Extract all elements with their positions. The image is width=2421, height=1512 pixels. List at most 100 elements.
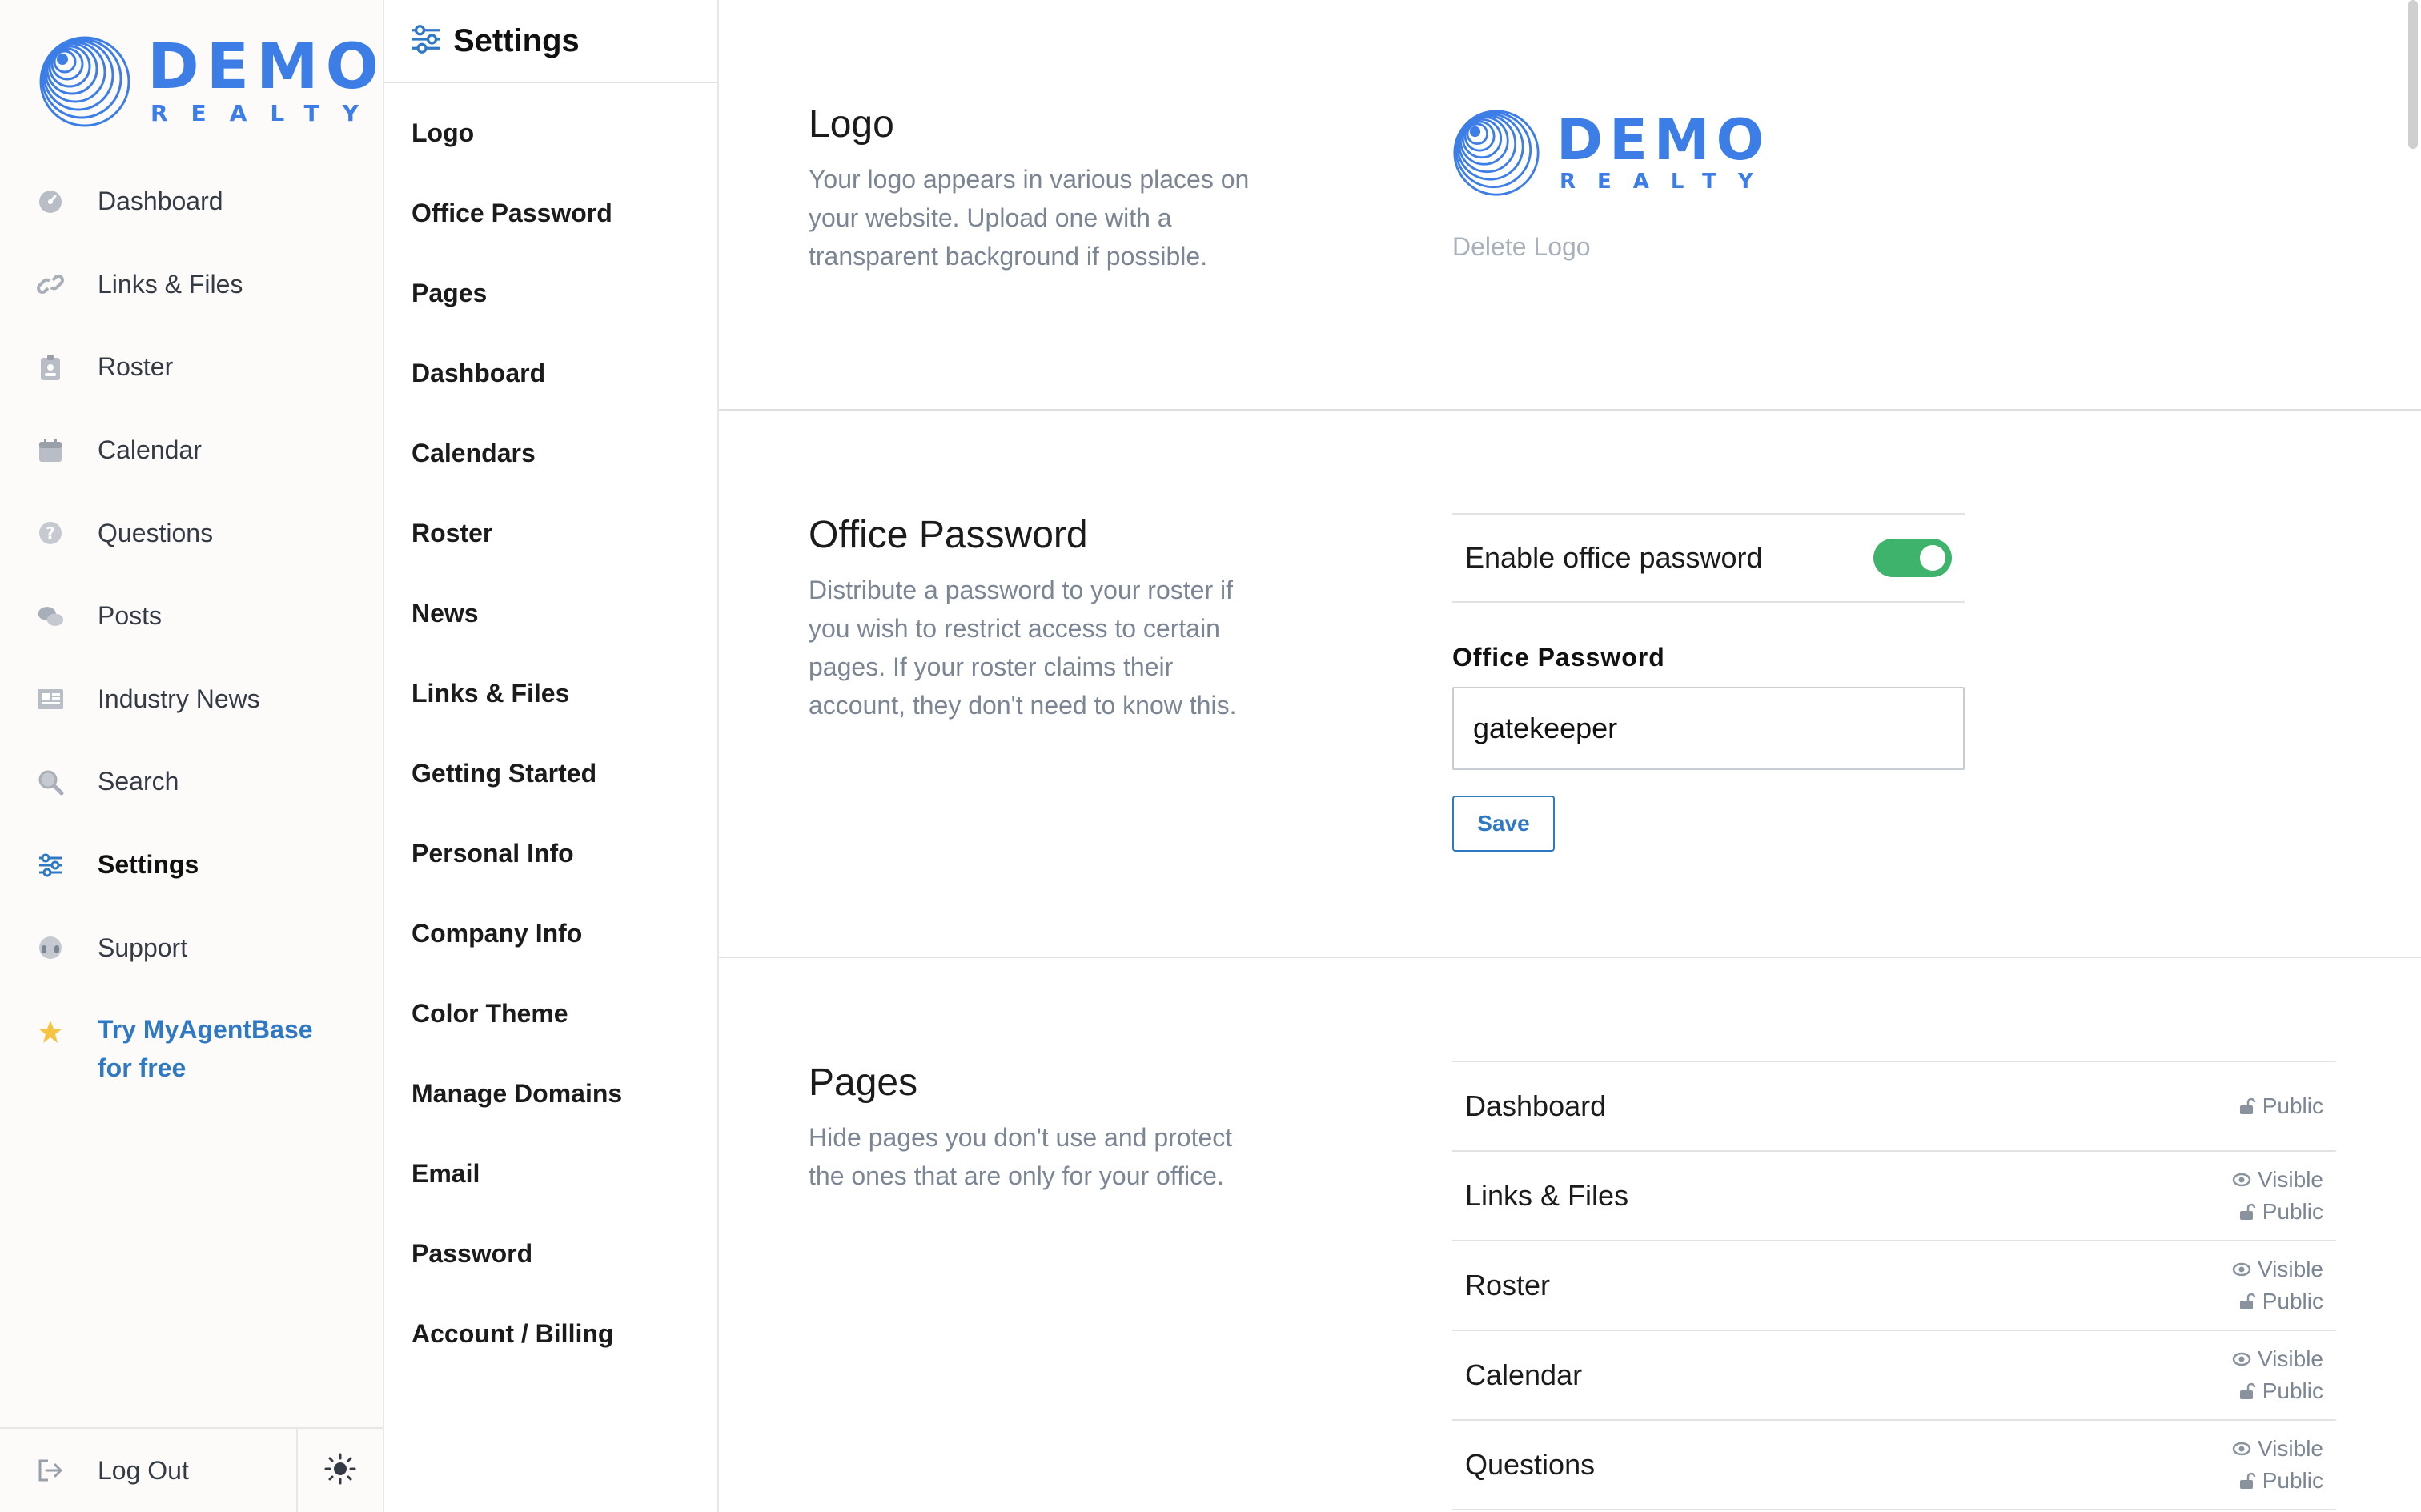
pages-section: Pages Hide pages you don't use and prote… xyxy=(719,958,2421,1512)
star-icon xyxy=(37,1018,64,1045)
page-name: Dashboard xyxy=(1465,1089,1607,1122)
submenu-item-roster[interactable]: Roster xyxy=(384,493,717,573)
office-password-toggle[interactable] xyxy=(1873,539,1952,577)
access-status: Public xyxy=(2238,1465,2323,1497)
spiral-logo-icon xyxy=(39,36,130,127)
submenu-item-account-billing[interactable]: Account / Billing xyxy=(384,1293,717,1374)
toggle-knob xyxy=(1920,545,1945,571)
newspaper-icon xyxy=(37,685,64,712)
nav-item-posts[interactable]: Posts xyxy=(0,575,383,658)
page-status: Public xyxy=(2238,1090,2323,1122)
logo-preview: DEMO REALTY xyxy=(1452,109,1775,197)
nav-label: Search xyxy=(98,767,179,796)
unlock-icon xyxy=(2239,1472,2255,1489)
access-label: Public xyxy=(2262,1378,2323,1403)
svg-text:?: ? xyxy=(46,523,55,543)
brand-name: DEMO xyxy=(1556,107,1771,173)
delete-logo-link[interactable]: Delete Logo xyxy=(1452,232,1775,262)
password-form: Enable office password Office Password S… xyxy=(1452,513,1965,852)
submenu-item-calendars[interactable]: Calendars xyxy=(384,413,717,493)
page-status: Visible Public xyxy=(2232,1164,2323,1228)
submenu-item-dashboard[interactable]: Dashboard xyxy=(384,333,717,413)
section-text: Your logo appears in various places on y… xyxy=(809,165,1250,271)
nav-item-calendar[interactable]: Calendar xyxy=(0,409,383,492)
logout-button[interactable]: Log Out xyxy=(0,1429,298,1512)
access-status: Public xyxy=(2238,1196,2323,1228)
theme-toggle-button[interactable] xyxy=(298,1429,383,1512)
logo-section: Logo Your logo appears in various places… xyxy=(719,0,2421,411)
access-label: Public xyxy=(2262,1199,2323,1224)
eye-icon xyxy=(2232,1173,2251,1187)
submenu-item-office-password[interactable]: Office Password xyxy=(384,173,717,253)
nav-item-industry-news[interactable]: Industry News xyxy=(0,658,383,741)
submenu-item-getting-started[interactable]: Getting Started xyxy=(384,733,717,813)
access-status: Public xyxy=(2238,1285,2323,1317)
visibility-label: Visible xyxy=(2258,1436,2323,1461)
search-icon xyxy=(37,768,64,796)
headset-icon xyxy=(37,934,64,961)
nav-item-questions[interactable]: ? Questions xyxy=(0,491,383,575)
nav-label: Dashboard xyxy=(98,186,223,216)
page-row-roster[interactable]: Roster Visible Public xyxy=(1452,1241,2336,1331)
submenu-item-links-files[interactable]: Links & Files xyxy=(384,653,717,733)
submenu-item-personal-info[interactable]: Personal Info xyxy=(384,813,717,893)
submenu-title: Settings xyxy=(453,22,580,58)
page-row-links-files[interactable]: Links & Files Visible Public xyxy=(1452,1152,2336,1241)
page-row-calendar[interactable]: Calendar Visible Public xyxy=(1452,1331,2336,1421)
nav-label: Roster xyxy=(98,352,174,382)
submenu-item-news[interactable]: News xyxy=(384,573,717,653)
submenu-item-password[interactable]: Password xyxy=(384,1213,717,1293)
chat-icon xyxy=(37,603,64,630)
sliders-icon xyxy=(410,23,442,59)
pages-section-description: Pages Hide pages you don't use and prote… xyxy=(809,1059,1273,1195)
submenu-item-color-theme[interactable]: Color Theme xyxy=(384,973,717,1053)
page-name: Links & Files xyxy=(1465,1179,1629,1212)
page-row-questions[interactable]: Questions Visible Public xyxy=(1452,1421,2336,1510)
visibility-label: Visible xyxy=(2258,1167,2323,1192)
toggle-label: Enable office password xyxy=(1465,541,1763,574)
logo-preview-area: DEMO REALTY Delete Logo xyxy=(1452,109,1775,262)
section-title: Office Password xyxy=(809,514,1088,556)
submenu-item-logo[interactable]: Logo xyxy=(384,93,717,173)
page-status: Visible Public xyxy=(2232,1253,2323,1317)
page-name: Calendar xyxy=(1465,1358,1583,1391)
nav-item-support[interactable]: Support xyxy=(0,906,383,989)
brand-logo[interactable]: DEMO REALTY xyxy=(38,35,386,128)
nav-item-settings[interactable]: Settings xyxy=(0,824,383,907)
page-status: Visible Public xyxy=(2232,1343,2323,1407)
section-text: Distribute a password to your roster if … xyxy=(809,576,1237,720)
section-title: Pages xyxy=(809,1061,918,1104)
sidebar-footer: Log Out xyxy=(0,1427,383,1512)
section-text: Hide pages you don't use and protect the… xyxy=(809,1123,1233,1190)
nav-item-roster[interactable]: Roster xyxy=(0,326,383,409)
eye-icon xyxy=(2232,1352,2251,1366)
unlock-icon xyxy=(2239,1097,2255,1114)
main-nav: Dashboard Links & Files Roster Calendar xyxy=(0,160,383,989)
settings-content: Logo Your logo appears in various places… xyxy=(719,0,2421,1512)
calendar-icon xyxy=(37,437,64,464)
nav-label: Calendar xyxy=(98,435,202,465)
eye-icon xyxy=(2232,1442,2251,1456)
nav-label: Posts xyxy=(98,601,163,631)
submenu-item-email[interactable]: Email xyxy=(384,1133,717,1213)
submenu-item-manage-domains[interactable]: Manage Domains xyxy=(384,1053,717,1133)
promo-link[interactable]: Try MyAgentBase for free xyxy=(37,1010,354,1087)
visibility-status: Visible xyxy=(2232,1164,2323,1196)
password-section-description: Office Password Distribute a password to… xyxy=(809,511,1273,724)
submenu-header: Settings xyxy=(384,0,717,83)
submenu-item-company-info[interactable]: Company Info xyxy=(384,893,717,973)
nav-item-dashboard[interactable]: Dashboard xyxy=(0,160,383,243)
app-root: DEMO REALTY Dashboard Links & Files Rost… xyxy=(0,0,2421,1512)
submenu-item-pages[interactable]: Pages xyxy=(384,253,717,333)
scrollbar-thumb[interactable] xyxy=(2408,0,2418,149)
save-button[interactable]: Save xyxy=(1452,796,1555,852)
office-password-input[interactable] xyxy=(1452,687,1965,770)
page-status: Visible Public xyxy=(2232,1433,2323,1497)
page-row-dashboard[interactable]: Dashboard Public xyxy=(1452,1062,2336,1152)
pages-list-area: Dashboard Public Links & Files Visible P… xyxy=(1452,1061,2336,1510)
office-password-toggle-row: Enable office password xyxy=(1452,513,1965,603)
office-password-section: Office Password Distribute a password to… xyxy=(719,411,2421,958)
visibility-status: Visible xyxy=(2232,1253,2323,1285)
nav-item-links-files[interactable]: Links & Files xyxy=(0,243,383,327)
nav-item-search[interactable]: Search xyxy=(0,740,383,824)
